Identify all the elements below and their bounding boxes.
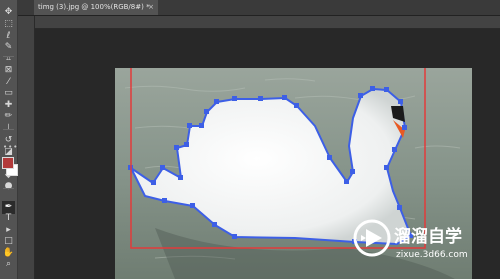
document-tab-title: timg (3).jpg @ 100%(RGB/8#) * xyxy=(38,3,150,11)
more-tools-icon[interactable]: ••• xyxy=(3,144,17,151)
watermark-url: zixue.3d66.com xyxy=(396,250,468,260)
foreground-color-swatch[interactable] xyxy=(2,157,14,169)
watermark-logo: 溜溜自学 zixue.3d66.com xyxy=(353,219,468,260)
watermark-brand: 溜溜自学 xyxy=(394,226,462,247)
tools-panel: ✥⬚ℓ✎⌗⊠⁄▭✚✏⊥↺◪▤◆●✒T▸□✋⌕••• xyxy=(0,0,18,279)
close-tab-icon[interactable]: × xyxy=(148,0,154,15)
zoom-tool-icon[interactable]: ⌕ xyxy=(2,258,15,271)
tool-separator xyxy=(3,56,14,57)
vertical-ruler xyxy=(18,16,35,279)
tool-separator xyxy=(3,129,14,130)
document-tab-bar: timg (3).jpg @ 100%(RGB/8#) * × xyxy=(18,0,500,16)
document-tab[interactable]: timg (3).jpg @ 100%(RGB/8#) * × xyxy=(34,0,158,15)
horizontal-ruler xyxy=(35,16,500,29)
tool-separator xyxy=(3,188,14,189)
dodge-tool-icon[interactable]: ● xyxy=(2,180,15,193)
